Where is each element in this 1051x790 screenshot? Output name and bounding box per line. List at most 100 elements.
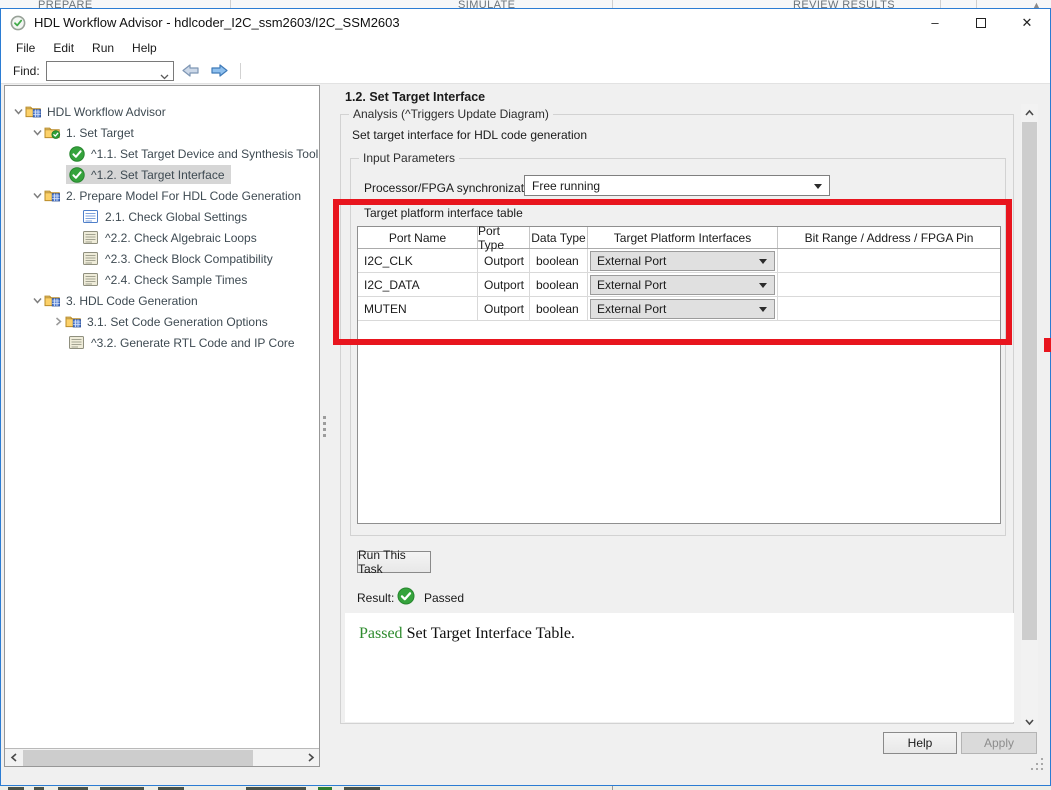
result-value: Passed — [424, 591, 465, 605]
tree-item-label: 3.1. Set Code Generation Options — [87, 314, 268, 329]
close-button[interactable]: ✕ — [1004, 9, 1050, 36]
toolstrip-tab-review-results: REVIEW RESULTS — [793, 0, 895, 8]
workflow-tree-panel: HDL Workflow Advisor 1. Set Target ^1.1. S… — [4, 85, 320, 767]
resize-grip[interactable] — [1031, 758, 1045, 772]
sync-value: Free running — [532, 178, 601, 193]
scroll-up-icon[interactable] — [1021, 104, 1038, 121]
tree-item-2-1-check-global-settings[interactable]: 2.1. Check Global Settings — [5, 206, 319, 227]
scroll-right-icon[interactable] — [302, 749, 319, 766]
scroll-left-icon[interactable] — [5, 749, 22, 766]
find-next-icon[interactable] — [208, 63, 230, 79]
column-header: Bit Range / Address / FPGA Pin — [804, 230, 974, 245]
dropdown-arrow-icon — [759, 306, 767, 312]
tree-item-3-hdl-code-generation[interactable]: 3. HDL Code Generation — [5, 290, 319, 311]
toolbar-separator — [239, 63, 241, 79]
tree-item-label: 2.1. Check Global Settings — [105, 209, 248, 224]
tree-item-label: 3. HDL Code Generation — [66, 293, 198, 308]
workflow-tree: HDL Workflow Advisor 1. Set Target ^1.1. S… — [5, 101, 319, 353]
list-icon — [83, 273, 101, 286]
tree-item-1-1-set-target-device-and-synthesis-tool[interactable]: ^1.1. Set Target Device and Synthesis To… — [5, 143, 319, 164]
list-icon — [83, 231, 101, 244]
window-title: HDL Workflow Advisor - hdlcoder_I2C_ssm2… — [34, 15, 400, 30]
tree-item-2-3-check-block-compatibility[interactable]: ^2.3. Check Block Compatibility — [5, 248, 319, 269]
tree-item-1-set-target[interactable]: 1. Set Target — [5, 122, 319, 143]
result-message-text: Set Target Interface Table. — [402, 625, 575, 642]
passed-check-icon — [397, 587, 415, 605]
tree-item-label: ^2.3. Check Block Compatibility — [105, 251, 273, 266]
tree-item-label: HDL Workflow Advisor — [47, 104, 166, 119]
scrollbar-thumb[interactable] — [23, 750, 253, 766]
column-header: Port Type — [478, 224, 530, 252]
target-platform-interface-table: Port Name Port Type Data Type Target Platfo… — [357, 224, 1001, 524]
column-header: Data Type — [530, 227, 588, 248]
find-label: Find: — [13, 64, 40, 78]
red-edge-mark — [1044, 338, 1051, 352]
menu-file[interactable]: File — [7, 38, 44, 58]
help-button[interactable]: Help — [883, 732, 957, 754]
table-cell: boolean — [530, 273, 588, 296]
interface-dropdown[interactable]: External Port — [590, 274, 775, 295]
menu-help[interactable]: Help — [123, 38, 166, 58]
tree-item-hdl-workflow-advisor[interactable]: HDL Workflow Advisor — [5, 101, 319, 122]
bg-divider — [612, 786, 613, 790]
tree-horizontal-scrollbar[interactable] — [5, 748, 319, 766]
table-cell — [778, 297, 1000, 320]
table-header: Port Name Port Type Data Type Target Platfo… — [358, 224, 1000, 252]
interface-dropdown[interactable]: External Port — [590, 250, 775, 271]
tree-item-label: ^1.2. Set Target Interface — [91, 167, 225, 182]
list-blue-icon — [83, 210, 101, 223]
dropdown-arrow-icon — [759, 258, 767, 264]
app-icon — [10, 15, 26, 31]
sync-dropdown[interactable]: Free running — [524, 175, 830, 196]
interface-value: External Port — [597, 301, 667, 316]
tree-item-label: 1. Set Target — [66, 125, 134, 140]
find-combobox[interactable] — [45, 61, 174, 83]
background-toolstrip: PREPARE SIMULATE REVIEW RESULTS ▲ — [0, 0, 1051, 8]
toolstrip-separator — [230, 0, 231, 8]
task-title: 1.2. Set Target Interface — [345, 90, 486, 104]
table-cell — [778, 273, 1000, 296]
dropdown-arrow-icon — [759, 282, 767, 288]
toolstrip-separator — [940, 0, 941, 8]
title-bar[interactable]: HDL Workflow Advisor - hdlcoder_I2C_ssm2… — [1, 9, 1050, 36]
menu-run[interactable]: Run — [83, 38, 123, 58]
background-bottom-strip — [0, 786, 1051, 790]
interface-value: External Port — [597, 253, 667, 268]
panel-vertical-scrollbar[interactable] — [1021, 104, 1038, 730]
folder-icon — [44, 293, 62, 308]
tree-item-3-2-generate-rtl-code-and-ip-core[interactable]: ^3.2. Generate RTL Code and IP Core — [5, 332, 319, 353]
tree-item-1-2-set-target-interface[interactable]: ^1.2. Set Target Interface — [5, 164, 319, 185]
dropdown-arrow-icon — [814, 184, 822, 189]
splitter-grip[interactable] — [323, 416, 326, 419]
table-row: MUTEN Outport boolean External Port — [358, 297, 1000, 321]
task-description: Set target interface for HDL code genera… — [352, 128, 588, 142]
input-group-label: Input Parameters — [359, 151, 460, 165]
tree-item-label: ^2.4. Check Sample Times — [105, 272, 248, 287]
table-cell — [778, 249, 1000, 272]
tree-item-2-prepare-model-for-hdl-code-generation[interactable]: 2. Prepare Model For HDL Code Generation — [5, 185, 319, 206]
minimize-button[interactable]: – — [912, 9, 958, 36]
combo-chevron-down-icon[interactable] — [160, 69, 169, 83]
result-message-status: Passed — [359, 625, 403, 642]
tree-item-3-1-set-code-generation-options[interactable]: 3.1. Set Code Generation Options — [5, 311, 319, 332]
find-input[interactable] — [48, 63, 155, 79]
scrollbar-thumb[interactable] — [1022, 122, 1037, 640]
splitter-grip[interactable] — [323, 428, 326, 431]
tree-item-2-4-check-sample-times[interactable]: ^2.4. Check Sample Times — [5, 269, 319, 290]
find-previous-icon[interactable] — [180, 63, 202, 79]
tree-item-label: ^1.1. Set Target Device and Synthesis To… — [91, 146, 319, 161]
interface-dropdown[interactable]: External Port — [590, 298, 775, 319]
interface-table-label: Target platform interface table — [364, 206, 523, 220]
splitter-grip[interactable] — [323, 422, 326, 425]
tree-item-label: 2. Prepare Model For HDL Code Generation — [66, 188, 302, 203]
maximize-button[interactable] — [958, 9, 1004, 36]
splitter-grip[interactable] — [323, 434, 326, 437]
folder-icon — [44, 188, 62, 203]
menu-edit[interactable]: Edit — [44, 38, 83, 58]
run-this-task-button[interactable]: Run This Task — [357, 548, 431, 576]
tree-item-2-2-check-algebraic-loops[interactable]: ^2.2. Check Algebraic Loops — [5, 227, 319, 248]
apply-button[interactable]: Apply — [961, 732, 1037, 754]
result-message: Passed Set Target Interface Table. — [359, 625, 1014, 643]
scroll-down-icon[interactable] — [1021, 713, 1038, 730]
table-row: I2C_DATA Outport boolean External Port — [358, 273, 1000, 297]
